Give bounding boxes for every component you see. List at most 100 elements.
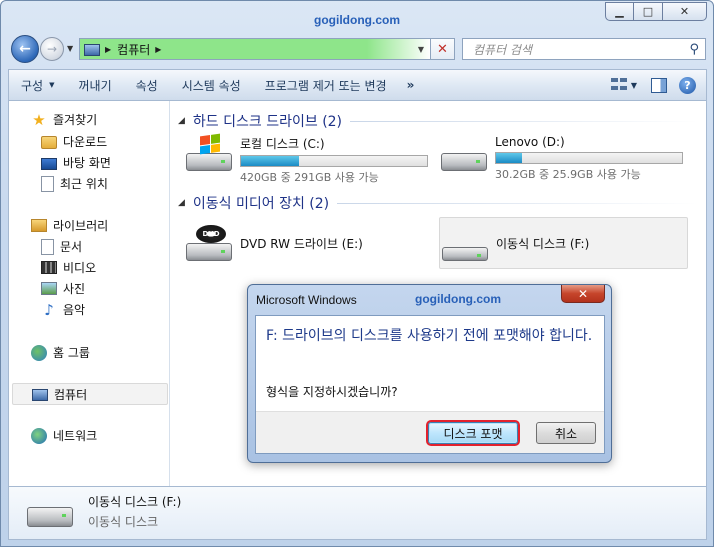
format-disk-button[interactable]: 디스크 포맷 <box>428 422 518 444</box>
explorer-window: gogildong.com ▁ □ ✕ ← → ▼ ▶ 컴퓨터 ▶ ▼ ✕ 컴퓨… <box>0 0 714 547</box>
document-icon <box>41 238 54 255</box>
computer-icon <box>32 389 48 401</box>
sidebar-item-documents[interactable]: 문서 <box>41 238 82 255</box>
sidebar-item-music[interactable]: ♪ 음악 <box>41 301 85 318</box>
picture-icon <box>41 282 57 295</box>
dvd-badge: DVD <box>196 225 226 243</box>
hard-drive-icon <box>441 135 489 171</box>
group-header-hdd[interactable]: ◢ 하드 디스크 드라이브 (2) <box>178 111 698 131</box>
drive-item-c[interactable]: 로컬 디스크 (C:) 420GB 중 291GB 사용 가능 <box>186 133 428 185</box>
sidebar-item-homegroup[interactable]: 홈 그룹 <box>31 344 90 361</box>
drive-name: DVD RW 드라이브 (E:) <box>240 237 363 251</box>
sidebar-label: 다운로드 <box>63 135 108 149</box>
drive-free-space: 420GB 중 291GB 사용 가능 <box>240 171 379 184</box>
drive-name: 이동식 디스크 (F:) <box>496 237 590 251</box>
drive-usage-fill <box>496 153 523 163</box>
group-header-removable[interactable]: ◢ 이동식 미디어 장치 (2) <box>178 193 698 213</box>
help-icon[interactable]: ? <box>679 76 696 94</box>
drive-item-d[interactable]: Lenovo (D:) 30.2GB 중 25.9GB 사용 가능 <box>441 135 683 182</box>
sidebar-item-downloads[interactable]: 다운로드 <box>41 133 107 150</box>
drive-usage-bar <box>240 155 428 167</box>
details-name: 이동식 디스크 (F:) <box>88 495 182 509</box>
sidebar-label: 네트워크 <box>53 429 98 443</box>
dialog-question: 형식을 지정하시겠습니까? <box>266 385 398 399</box>
details-type: 이동식 디스크 <box>88 515 159 529</box>
details-pane: 이동식 디스크 (F:) 이동식 디스크 <box>8 486 707 540</box>
address-dropdown-icon[interactable]: ▼ <box>418 45 424 54</box>
command-bar: 구성 ▼ 꺼내기 속성 시스템 속성 프로그램 제거 또는 변경 » ▼ ? <box>8 69 707 101</box>
drive-usage-bar <box>495 152 683 164</box>
dvd-drive-icon: DVD <box>186 225 234 261</box>
drive-name: 로컬 디스크 (C:) <box>240 137 325 151</box>
forward-button[interactable]: → <box>40 37 64 61</box>
breadcrumb-arrow-icon[interactable]: ▶ <box>155 45 161 54</box>
collapse-triangle-icon: ◢ <box>178 198 185 208</box>
back-arrow-icon: ← <box>19 41 31 57</box>
uninstall-program-button[interactable]: 프로그램 제거 또는 변경 <box>253 70 399 100</box>
preview-pane-icon[interactable] <box>651 77 667 93</box>
group-divider <box>350 120 698 122</box>
caption-buttons: ▁ □ ✕ <box>605 2 707 21</box>
dialog-footer: 디스크 포맷 취소 <box>256 411 604 453</box>
dialog-message: F: 드라이브의 디스크를 사용하기 전에 포맷해야 합니다. <box>266 328 593 344</box>
drive-item-e[interactable]: DVD DVD RW 드라이브 (E:) <box>186 225 363 261</box>
maximize-button[interactable]: □ <box>634 2 663 21</box>
drive-usage-fill <box>241 156 299 166</box>
address-bar[interactable]: ▶ 컴퓨터 ▶ ▼ <box>79 38 431 60</box>
more-commands-button[interactable]: » <box>399 70 423 100</box>
eject-button[interactable]: 꺼내기 <box>66 70 123 100</box>
group-header-label: 하드 디스크 드라이브 (2) <box>192 114 343 130</box>
sidebar-label: 컴퓨터 <box>54 387 88 402</box>
collapse-triangle-icon: ◢ <box>178 116 185 126</box>
sidebar-item-pictures[interactable]: 사진 <box>41 280 85 297</box>
breadcrumb-arrow-icon[interactable]: ▶ <box>105 45 111 54</box>
sidebar-item-recent[interactable]: 최근 위치 <box>41 175 108 192</box>
minimize-button[interactable]: ▁ <box>605 2 634 21</box>
removable-disk-icon <box>27 507 73 527</box>
drive-free-space: 30.2GB 중 25.9GB 사용 가능 <box>495 168 641 181</box>
sidebar-label: 바탕 화면 <box>63 156 111 170</box>
removable-disk-icon <box>442 225 490 261</box>
music-icon: ♪ <box>44 300 54 319</box>
organize-button[interactable]: 구성 ▼ <box>9 70 66 100</box>
sidebar-item-desktop[interactable]: 바탕 화면 <box>41 154 111 171</box>
sidebar-item-computer[interactable]: 컴퓨터 <box>12 383 168 405</box>
network-icon <box>31 427 47 444</box>
sidebar-item-videos[interactable]: 비디오 <box>41 259 96 276</box>
sidebar-label: 즐겨찾기 <box>53 113 98 127</box>
properties-button[interactable]: 속성 <box>124 70 170 100</box>
sidebar-label: 최근 위치 <box>60 177 108 191</box>
sidebar-label: 비디오 <box>63 261 97 275</box>
sidebar-item-network[interactable]: 네트워크 <box>31 427 97 444</box>
view-dropdown-icon[interactable]: ▼ <box>631 81 637 90</box>
library-icon <box>31 219 47 232</box>
breadcrumb-computer[interactable]: 컴퓨터 <box>117 41 150 58</box>
organize-label: 구성 <box>21 78 44 93</box>
close-button[interactable]: ✕ <box>663 2 707 21</box>
search-placeholder: 컴퓨터 검색 <box>473 42 533 57</box>
sidebar-label: 음악 <box>63 303 86 317</box>
stop-button[interactable]: ✕ <box>431 38 455 60</box>
sidebar-label: 라이브러리 <box>53 219 109 233</box>
dialog-close-button[interactable]: ✕ <box>561 285 605 303</box>
recent-pages-dropdown[interactable]: ▼ <box>67 44 73 53</box>
back-button[interactable]: ← <box>11 35 39 63</box>
drive-name: Lenovo (D:) <box>495 135 565 149</box>
dialog-title: Microsoft Windows <box>256 293 357 307</box>
search-input[interactable]: 컴퓨터 검색 ⚲ <box>462 38 706 60</box>
search-icon[interactable]: ⚲ <box>689 42 699 57</box>
change-view-icon[interactable] <box>610 78 627 92</box>
downloads-folder-icon <box>41 136 57 149</box>
cancel-button[interactable]: 취소 <box>536 422 596 444</box>
sidebar-item-favorites[interactable]: ★ 즐겨찾기 <box>31 111 97 128</box>
sidebar-label: 사진 <box>63 282 86 296</box>
desktop-icon <box>41 157 57 170</box>
windows-drive-icon <box>186 133 234 171</box>
dialog-watermark: gogildong.com <box>415 292 501 306</box>
drive-item-f-content[interactable]: 이동식 디스크 (F:) <box>442 225 589 261</box>
system-properties-button[interactable]: 시스템 속성 <box>170 70 253 100</box>
dialog-body: F: 드라이브의 디스크를 사용하기 전에 포맷해야 합니다. 형식을 지정하시… <box>255 315 605 454</box>
sidebar-label: 문서 <box>60 240 83 254</box>
homegroup-icon <box>31 344 47 361</box>
sidebar-item-libraries[interactable]: 라이브러리 <box>31 217 108 234</box>
